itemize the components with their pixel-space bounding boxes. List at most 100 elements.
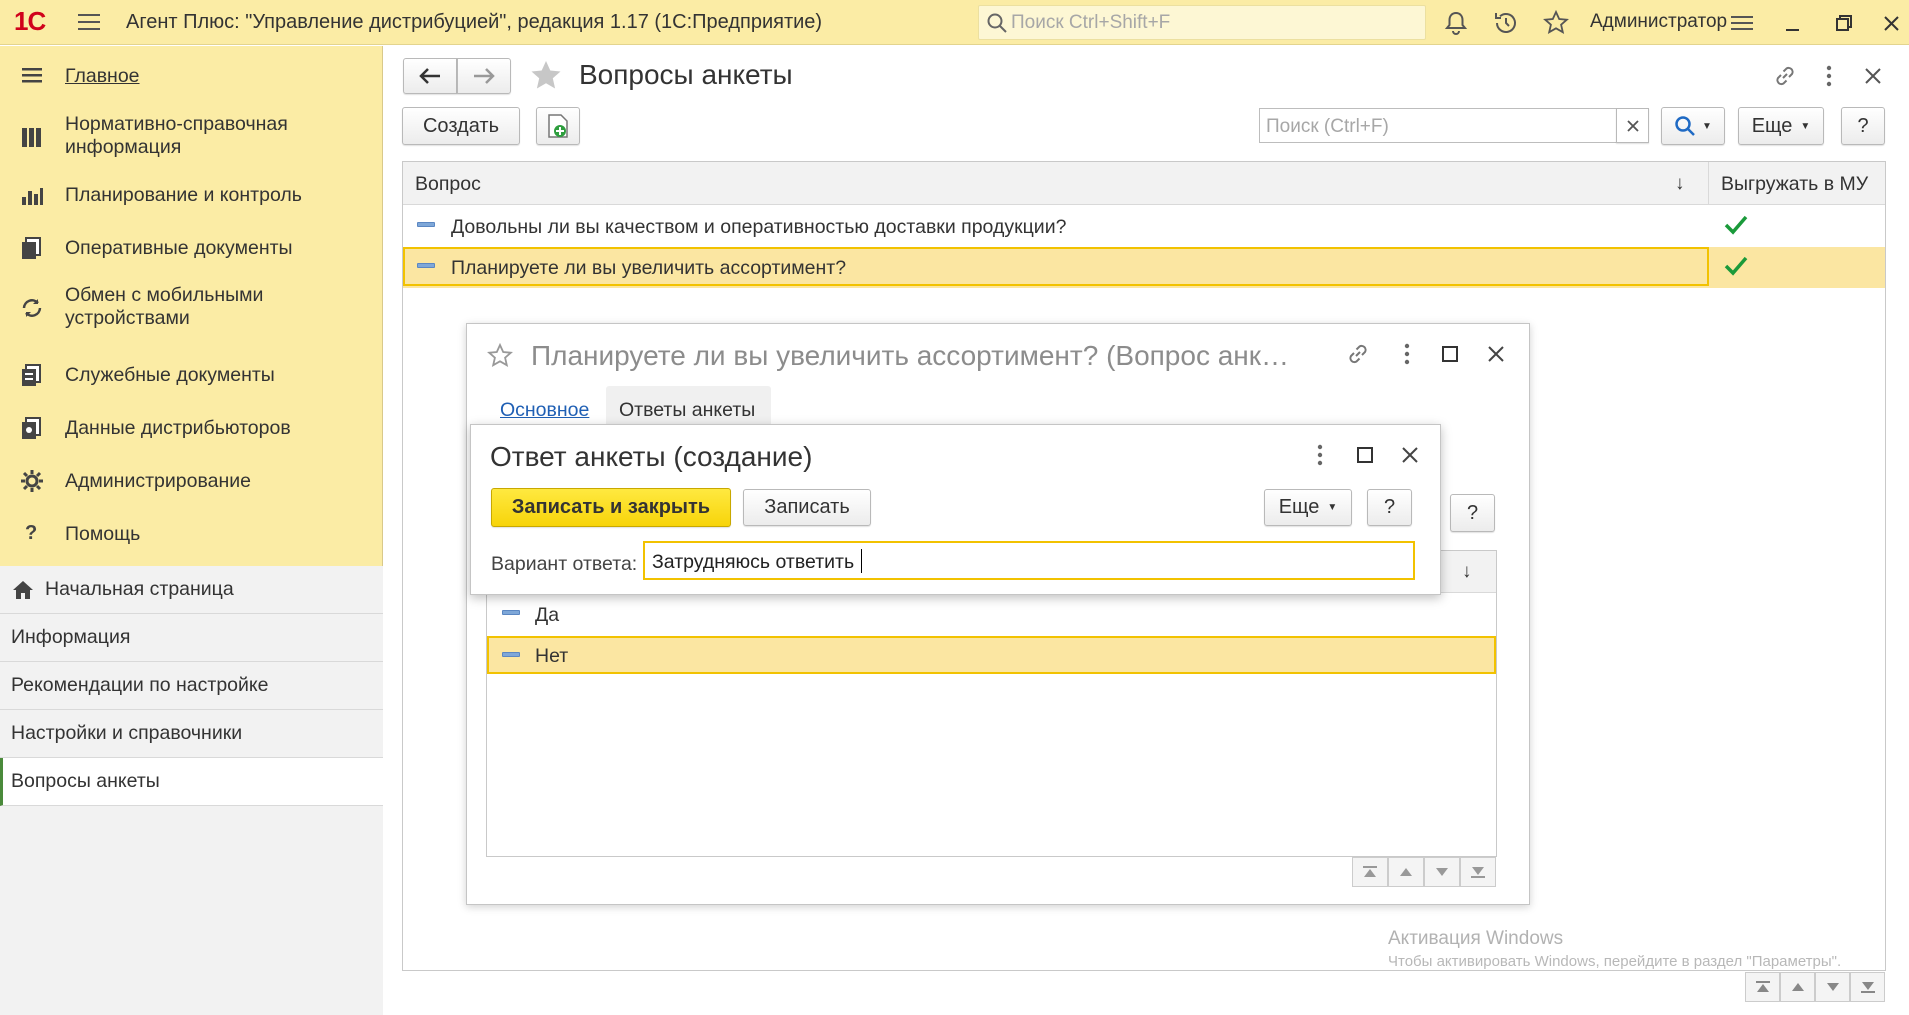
column-divider [1708, 162, 1709, 205]
sidebar-item-label: Обмен с мобильными устройствами [65, 284, 264, 329]
home-page-label: Начальная страница [45, 578, 234, 600]
scroll-up-button[interactable] [1780, 972, 1815, 1002]
clear-search-button[interactable] [1616, 108, 1649, 143]
survey-questions-link[interactable]: Вопросы анкеты [0, 758, 383, 806]
sidebar-item-operational-docs[interactable]: Оперативные документы [0, 228, 383, 268]
sidebar-item-mobile-exchange[interactable]: Обмен с мобильными устройствами [0, 282, 383, 332]
help-button[interactable]: ? [1450, 494, 1495, 532]
more-button-label: Еще [1751, 114, 1793, 137]
table-row[interactable]: Да [487, 594, 1496, 635]
close-dialog-icon[interactable] [1487, 345, 1505, 363]
favorite-star-icon[interactable] [487, 343, 513, 369]
information-link[interactable]: Информация [0, 614, 383, 662]
more-vertical-icon[interactable] [1314, 442, 1326, 468]
save-button[interactable]: Записать [743, 489, 871, 526]
activation-watermark-title: Активация Windows [1388, 928, 1564, 949]
open-windows-panel: Начальная страница Информация Рекомендац… [0, 566, 383, 1015]
dialog-title: Планируете ли вы увеличить ассортимент? … [531, 340, 1290, 371]
close-window-icon[interactable] [1877, 9, 1905, 37]
sidebar-item-main[interactable]: Главное [0, 56, 383, 96]
text-cursor [861, 549, 862, 573]
close-dialog-icon[interactable] [1401, 446, 1419, 464]
scroll-bottom-button[interactable] [1850, 972, 1885, 1002]
maximize-icon[interactable] [1357, 447, 1373, 463]
answer-variant-label: Вариант ответа: [491, 553, 638, 575]
arrow-left-icon [419, 68, 440, 84]
information-label: Информация [11, 626, 131, 648]
title-bar: 1С Агент Плюс: "Управление дистрибуцией"… [0, 0, 1909, 45]
user-name[interactable]: Администратор [1590, 11, 1727, 33]
help-button-label: ? [1466, 501, 1479, 524]
close-form-icon[interactable] [1863, 66, 1883, 86]
settings-catalogs-label: Настройки и справочники [11, 722, 243, 744]
search-button[interactable]: ▼ [1661, 107, 1725, 145]
link-icon[interactable] [1772, 63, 1798, 89]
bar-chart-icon [20, 183, 44, 207]
more-vertical-icon[interactable] [1823, 63, 1835, 89]
sidebar-item-label: Данные дистрибьюторов [65, 417, 291, 439]
sidebar-item-planning[interactable]: Планирование и контроль [0, 175, 383, 215]
more-vertical-icon[interactable] [1401, 341, 1413, 367]
create-copy-button[interactable] [536, 107, 580, 145]
sidebar-item-service-docs[interactable]: Служебные документы [0, 355, 383, 395]
bell-icon[interactable] [1442, 9, 1470, 37]
more-button[interactable]: Еще ▼ [1264, 489, 1352, 526]
dropdown-arrow-icon: ▼ [1702, 120, 1712, 132]
save-and-close-button[interactable]: Записать и закрыть [491, 488, 731, 527]
restore-icon[interactable] [1830, 9, 1858, 37]
answer-dialog: Ответ анкеты (создание) Записать и закры… [470, 424, 1441, 595]
sidebar-item-help[interactable]: ? Помощь [0, 514, 383, 554]
answers-scroll-buttons [1352, 857, 1497, 887]
global-search-placeholder: Поиск Ctrl+Shift+F [1011, 12, 1171, 33]
sidebar-item-label: Оперативные документы [65, 237, 293, 259]
help-button-label: ? [1383, 496, 1396, 518]
question-text: Планируете ли вы увеличить ассортимент? [451, 257, 847, 279]
history-icon[interactable] [1492, 9, 1520, 37]
scroll-bottom-button[interactable] [1460, 857, 1496, 887]
more-button-label: Еще [1278, 496, 1320, 518]
answer-variant-input[interactable]: Затрудняюсь ответить [643, 541, 1415, 580]
activation-watermark-text: Чтобы активировать Windows, перейдите в … [1388, 953, 1842, 970]
tab-main[interactable]: Основное [500, 399, 589, 422]
scroll-down-button[interactable] [1815, 972, 1850, 1002]
question-text: Довольны ли вы качеством и оперативность… [451, 216, 1067, 238]
scroll-top-button[interactable] [1352, 857, 1388, 887]
list-search-input[interactable]: Поиск (Ctrl+F) [1259, 108, 1635, 143]
scroll-down-button[interactable] [1424, 857, 1460, 887]
recommendations-link[interactable]: Рекомендации по настройке [0, 662, 383, 710]
table-row-selected[interactable]: Нет [487, 636, 1496, 674]
link-icon[interactable] [1345, 341, 1371, 367]
item-icon [502, 610, 520, 615]
maximize-icon[interactable] [1442, 346, 1458, 362]
minimize-icon[interactable] [1778, 9, 1806, 37]
column-question[interactable]: Вопрос [415, 173, 481, 196]
global-search-input[interactable]: Поиск Ctrl+Shift+F [978, 5, 1426, 40]
table-row-selected[interactable]: Планируете ли вы увеличить ассортимент? [403, 247, 1885, 288]
home-page-link[interactable]: Начальная страница [0, 566, 383, 614]
star-icon[interactable] [1542, 9, 1570, 37]
back-button[interactable] [403, 58, 457, 94]
scroll-up-button[interactable] [1388, 857, 1424, 887]
sidebar-item-administration[interactable]: Администрирование [0, 461, 383, 501]
clear-icon [1626, 119, 1639, 132]
page-title: Вопросы анкеты [579, 59, 793, 90]
sort-arrow-icon[interactable]: ↓ [1675, 173, 1685, 195]
table-row[interactable]: Довольны ли вы качеством и оперативность… [403, 206, 1885, 247]
settings-catalogs-link[interactable]: Настройки и справочники [0, 710, 383, 758]
sidebar-item-reference[interactable]: Нормативно-справочная информация [0, 111, 383, 161]
create-button[interactable]: Создать [402, 107, 520, 145]
more-button[interactable]: Еще ▼ [1738, 107, 1824, 145]
window-title: Агент Плюс: "Управление дистрибуцией", р… [126, 11, 823, 33]
save-label: Записать [764, 496, 850, 518]
scroll-top-button[interactable] [1745, 972, 1780, 1002]
help-button[interactable]: ? [1367, 489, 1412, 526]
sort-arrow-icon[interactable]: ↓ [1462, 561, 1472, 583]
favorite-star-icon[interactable] [528, 58, 564, 94]
settings-lines-icon[interactable] [1728, 9, 1756, 37]
forward-button[interactable] [457, 58, 511, 94]
help-button[interactable]: ? [1841, 107, 1885, 145]
column-export[interactable]: Выгружать в МУ [1721, 173, 1868, 196]
recommendations-label: Рекомендации по настройке [11, 674, 269, 696]
main-menu-icon[interactable] [78, 12, 100, 32]
sidebar-item-distributor-data[interactable]: Данные дистрибьюторов [0, 408, 383, 448]
